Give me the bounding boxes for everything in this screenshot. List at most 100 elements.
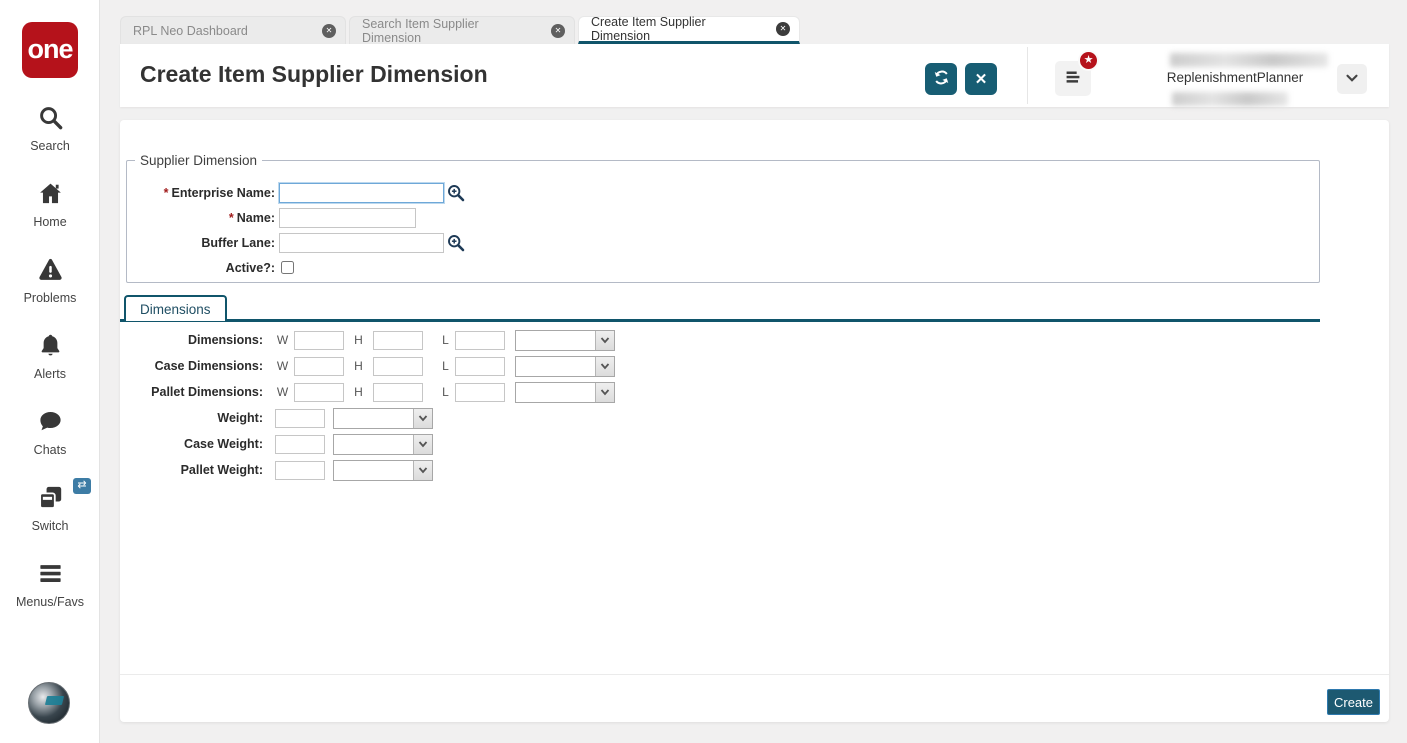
- tab-close-icon[interactable]: ✕: [551, 23, 565, 38]
- buffer-lane-row: Buffer Lane:: [127, 232, 1319, 253]
- case-dimensions-label: Case Dimensions:: [154, 359, 263, 373]
- required-marker: *: [163, 185, 169, 200]
- weight-uom-select[interactable]: [333, 407, 433, 429]
- enterprise-name-label: * Enterprise Name:: [163, 185, 275, 200]
- active-checkbox[interactable]: [281, 261, 294, 274]
- dimensions-form: Dimensions: W H L Case Dimensions: W H L: [120, 327, 1320, 483]
- sidebar-item-switch[interactable]: Switch ⇄: [0, 478, 100, 533]
- tab-label: RPL Neo Dashboard: [133, 23, 248, 38]
- tab-rpl-neo-dashboard[interactable]: RPL Neo Dashboard ✕: [120, 16, 346, 44]
- chevron-down-icon: [1343, 69, 1361, 90]
- case-weight-input[interactable]: [275, 434, 325, 454]
- select-chevron-icon: [595, 330, 614, 350]
- case-dimensions-width-input[interactable]: [294, 356, 344, 376]
- weight-row: Weight:: [120, 405, 1320, 431]
- sidebar-item-alerts[interactable]: Alerts: [0, 332, 100, 381]
- workspace-tabbar: RPL Neo Dashboard ✕ Search Item Supplier…: [120, 15, 803, 45]
- buffer-lane-lookup-magnifier-icon[interactable]: [447, 234, 465, 252]
- enterprise-name-input[interactable]: [278, 181, 445, 204]
- refresh-button[interactable]: [925, 63, 957, 95]
- weight-label: Weight:: [217, 411, 263, 425]
- sidebar-item-label: Problems: [23, 291, 77, 305]
- tab-underline: [120, 319, 1320, 322]
- select-chevron-icon: [413, 434, 432, 454]
- pallet-weight-uom-select[interactable]: [333, 459, 433, 481]
- select-chevron-icon: [595, 356, 614, 376]
- case-dimensions-height-input[interactable]: [373, 356, 423, 376]
- warning-triangle-icon: [37, 256, 64, 288]
- dimensions-height-input[interactable]: [373, 330, 423, 350]
- case-dimensions-length-input[interactable]: [455, 356, 505, 376]
- one-logo[interactable]: one: [22, 22, 78, 78]
- supplier-dimension-legend: Supplier Dimension: [140, 153, 258, 168]
- dimensions-width-input[interactable]: [294, 330, 344, 350]
- case-weight-label: Case Weight:: [184, 437, 263, 451]
- buffer-lane-input[interactable]: [279, 232, 444, 253]
- length-axis-label: L: [442, 385, 449, 399]
- height-axis-label: H: [354, 333, 363, 347]
- pallet-dimensions-uom-select[interactable]: [515, 381, 615, 403]
- close-icon: ✕: [974, 71, 988, 88]
- sidebar-item-problems[interactable]: Problems: [0, 256, 100, 305]
- refresh-icon: [932, 68, 951, 90]
- sidebar-item-label: Switch: [31, 519, 69, 533]
- sidebar-item-label: Search: [30, 139, 70, 153]
- sidebar-nav: Search Home Problems Alerts Chats Switch…: [0, 104, 100, 636]
- supplier-dimension-fieldset: Supplier Dimension * Enterprise Name: * Na…: [126, 153, 1320, 283]
- sidebar-item-search[interactable]: Search: [0, 104, 100, 153]
- swap-arrows-badge-icon[interactable]: ⇄: [73, 478, 91, 494]
- buffer-lane-label: Buffer Lane:: [201, 235, 275, 250]
- name-row: * Name:: [127, 207, 1319, 228]
- tab-create-item-supplier-dimension[interactable]: Create Item Supplier Dimension ✕: [578, 15, 800, 44]
- dimensions-uom-select[interactable]: [515, 329, 615, 351]
- length-axis-label: L: [442, 359, 449, 373]
- sidebar-item-label: Chats: [33, 443, 67, 457]
- weight-input[interactable]: [275, 408, 325, 428]
- dimensions-length-input[interactable]: [455, 330, 505, 350]
- select-value: [334, 435, 413, 454]
- search-icon: [37, 104, 64, 136]
- pallet-weight-input[interactable]: [275, 460, 325, 480]
- tab-search-item-supplier-dimension[interactable]: Search Item Supplier Dimension ✕: [349, 16, 575, 45]
- tab-label: Search Item Supplier Dimension: [362, 16, 479, 45]
- sidebar-item-menus-favs[interactable]: Menus/Favs: [0, 560, 100, 609]
- ai-assistant-avatar-icon[interactable]: [28, 682, 70, 724]
- pallet-dimensions-height-input[interactable]: [373, 382, 423, 402]
- page-header: Create Item Supplier Dimension ✕ ★ Reple…: [120, 44, 1389, 107]
- name-input[interactable]: [279, 207, 416, 228]
- page-title: Create Item Supplier Dimension: [140, 61, 488, 87]
- user-role-label: ReplenishmentPlanner: [1166, 70, 1304, 85]
- dimensions-row: Dimensions: W H L: [120, 327, 1320, 353]
- case-weight-uom-select[interactable]: [333, 433, 433, 455]
- switch-windows-icon: [37, 484, 64, 516]
- header-divider: [1027, 47, 1028, 104]
- enterprise-lookup-magnifier-icon[interactable]: [447, 184, 465, 202]
- name-label: * Name:: [228, 210, 275, 225]
- tab-label: Create Item Supplier Dimension: [591, 15, 706, 43]
- width-axis-label: W: [276, 359, 289, 373]
- main-content-card: Supplier Dimension * Enterprise Name: * Na…: [120, 120, 1389, 722]
- pallet-dimensions-length-input[interactable]: [455, 382, 505, 402]
- height-axis-label: H: [354, 359, 363, 373]
- sidebar-item-label: Menus/Favs: [15, 595, 85, 609]
- select-value: [516, 331, 595, 350]
- active-row: Active?:: [127, 257, 1319, 278]
- close-page-button[interactable]: ✕: [965, 63, 997, 95]
- select-chevron-icon: [595, 382, 614, 402]
- footer-divider: [120, 674, 1389, 675]
- pallet-dimensions-width-input[interactable]: [294, 382, 344, 402]
- create-button[interactable]: Create: [1327, 689, 1380, 715]
- tab-close-icon[interactable]: ✕: [322, 23, 336, 38]
- tab-dimensions[interactable]: Dimensions: [124, 295, 227, 321]
- select-chevron-icon: [413, 460, 432, 480]
- height-axis-label: H: [354, 385, 363, 399]
- enterprise-name-row: * Enterprise Name:: [127, 181, 1319, 204]
- select-value: [334, 461, 413, 480]
- sidebar-item-label: Home: [33, 215, 67, 229]
- sidebar-item-home[interactable]: Home: [0, 180, 100, 229]
- tab-close-icon[interactable]: ✕: [776, 22, 790, 36]
- pallet-dimensions-label: Pallet Dimensions:: [151, 385, 263, 399]
- case-dimensions-uom-select[interactable]: [515, 355, 615, 377]
- sidebar-item-chats[interactable]: Chats: [0, 408, 100, 457]
- user-menu-dropdown-button[interactable]: [1337, 64, 1367, 94]
